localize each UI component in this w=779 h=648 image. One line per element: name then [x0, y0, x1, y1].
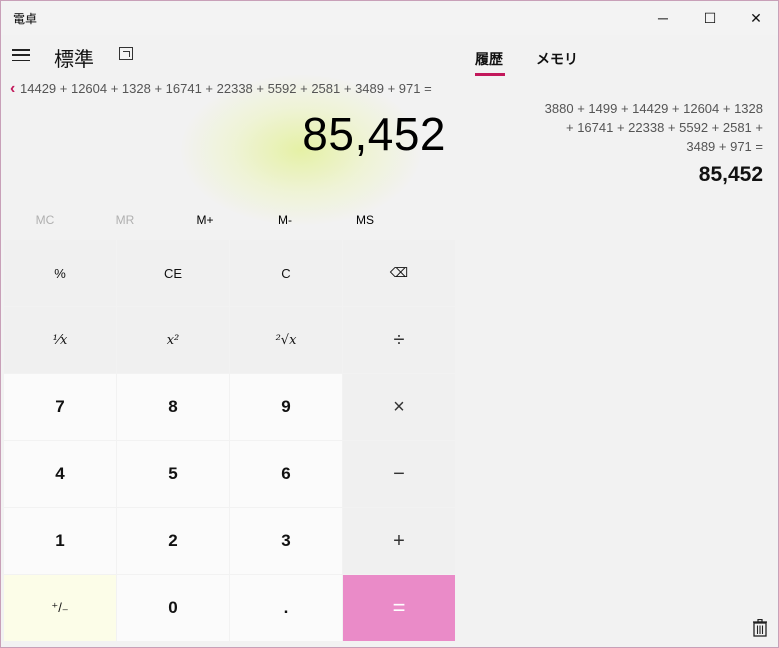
digit-3-button[interactable]: 3	[230, 508, 342, 574]
square-root-button[interactable]: ²√x	[230, 307, 342, 373]
maximize-button[interactable]: ☐	[687, 1, 733, 35]
digit-4-label: 4	[55, 464, 65, 483]
history-pane: 履歴 メモリ 3880 + 1499 + 14429 + 12604 + 132…	[459, 35, 778, 647]
digit-7-button[interactable]: 7	[4, 374, 116, 440]
square-button[interactable]: x²	[117, 307, 229, 373]
negate-label: ⁺/₋	[51, 600, 69, 615]
digit-9-button[interactable]: 9	[230, 374, 342, 440]
calculator-pane: 標準 ‹ 14429 + 12604 + 1328 + 16741 + 2233…	[1, 35, 459, 647]
minimize-button[interactable]: ─	[640, 1, 686, 35]
backspace-button[interactable]: ⌫	[343, 240, 455, 306]
digit-5-label: 5	[168, 464, 178, 483]
memory-recall-button[interactable]: MR	[85, 207, 165, 233]
memory-clear-button[interactable]: MC	[5, 207, 85, 233]
history-expression-line: + 16741 + 22338 + 5592 + 2581 +	[566, 120, 763, 135]
digit-5-button[interactable]: 5	[117, 441, 229, 507]
trash-icon[interactable]	[753, 619, 767, 637]
digit-7-label: 7	[55, 397, 65, 416]
multiply-icon: ×	[393, 395, 405, 418]
clear-button[interactable]: C	[230, 240, 342, 306]
digit-2-button[interactable]: 2	[117, 508, 229, 574]
decimal-button[interactable]: .	[230, 575, 342, 641]
digit-1-button[interactable]: 1	[4, 508, 116, 574]
mode-title: 標準	[54, 49, 94, 71]
expression-display: 14429 + 12604 + 1328 + 16741 + 22338 + 5…	[20, 81, 432, 96]
memory-row: MC MR M+ M- MS	[1, 207, 459, 233]
tab-memory[interactable]: メモリ	[536, 49, 578, 69]
reciprocal-label: ¹⁄x	[52, 332, 68, 348]
chevron-left-icon[interactable]: ‹	[10, 80, 15, 98]
digit-8-label: 8	[168, 397, 178, 416]
decimal-label: .	[283, 598, 289, 617]
memory-store-button[interactable]: MS	[325, 207, 405, 233]
keep-on-top-icon[interactable]	[119, 47, 133, 60]
minimize-icon: ─	[658, 10, 668, 26]
keypad: % CE C ⌫ ¹⁄x x² ²√x ÷ 7 8 9 × 4 5 6 − 1 …	[4, 240, 456, 646]
digit-1-label: 1	[55, 531, 65, 550]
close-icon: ✕	[750, 9, 762, 26]
title-bar: 電卓 ─ ☐ ✕	[1, 1, 778, 35]
percent-button[interactable]: %	[4, 240, 116, 306]
digit-4-button[interactable]: 4	[4, 441, 116, 507]
square-root-label: ²√x	[275, 332, 297, 348]
minus-button[interactable]: −	[343, 441, 455, 507]
clear-entry-button[interactable]: CE	[117, 240, 229, 306]
minus-icon: −	[393, 462, 405, 485]
divide-button[interactable]: ÷	[343, 307, 455, 373]
divide-icon: ÷	[393, 328, 405, 351]
digit-0-label: 0	[168, 598, 178, 617]
backspace-icon: ⌫	[389, 265, 409, 280]
clear-label: C	[281, 265, 291, 281]
close-button[interactable]: ✕	[733, 1, 778, 35]
clear-entry-label: CE	[163, 265, 183, 281]
digit-6-button[interactable]: 6	[230, 441, 342, 507]
history-expression-line: 3880 + 1499 + 14429 + 12604 + 1328	[544, 101, 763, 116]
digit-8-button[interactable]: 8	[117, 374, 229, 440]
reciprocal-button[interactable]: ¹⁄x	[4, 307, 116, 373]
tab-history[interactable]: 履歴	[475, 49, 503, 69]
maximize-icon: ☐	[703, 9, 717, 26]
digit-6-label: 6	[281, 464, 291, 483]
equals-icon: =	[392, 595, 406, 620]
memory-subtract-button[interactable]: M-	[245, 207, 325, 233]
calculator-window: 電卓 ─ ☐ ✕ 標準 ‹ 14429 + 12604 + 1328 + 167…	[0, 0, 779, 648]
negate-button[interactable]: ⁺/₋	[4, 575, 116, 641]
history-entry-expression[interactable]: 3880 + 1499 + 14429 + 12604 + 1328 + 167…	[463, 99, 763, 156]
active-tab-indicator	[475, 73, 505, 76]
digit-2-label: 2	[168, 531, 178, 550]
history-entry-result[interactable]: 85,452	[699, 163, 763, 187]
digit-0-button[interactable]: 0	[117, 575, 229, 641]
app-title: 電卓	[13, 12, 38, 26]
equals-button[interactable]: =	[343, 575, 455, 641]
plus-button[interactable]: +	[343, 508, 455, 574]
history-expression-line: 3489 + 971 =	[686, 139, 763, 154]
digit-9-label: 9	[281, 397, 291, 416]
percent-label: %	[54, 265, 66, 281]
plus-icon: +	[393, 529, 405, 552]
digit-3-label: 3	[281, 531, 291, 550]
result-display: 85,452	[302, 108, 446, 160]
memory-add-button[interactable]: M+	[165, 207, 245, 233]
square-label: x²	[166, 332, 180, 348]
multiply-button[interactable]: ×	[343, 374, 455, 440]
menu-icon[interactable]	[12, 47, 32, 63]
